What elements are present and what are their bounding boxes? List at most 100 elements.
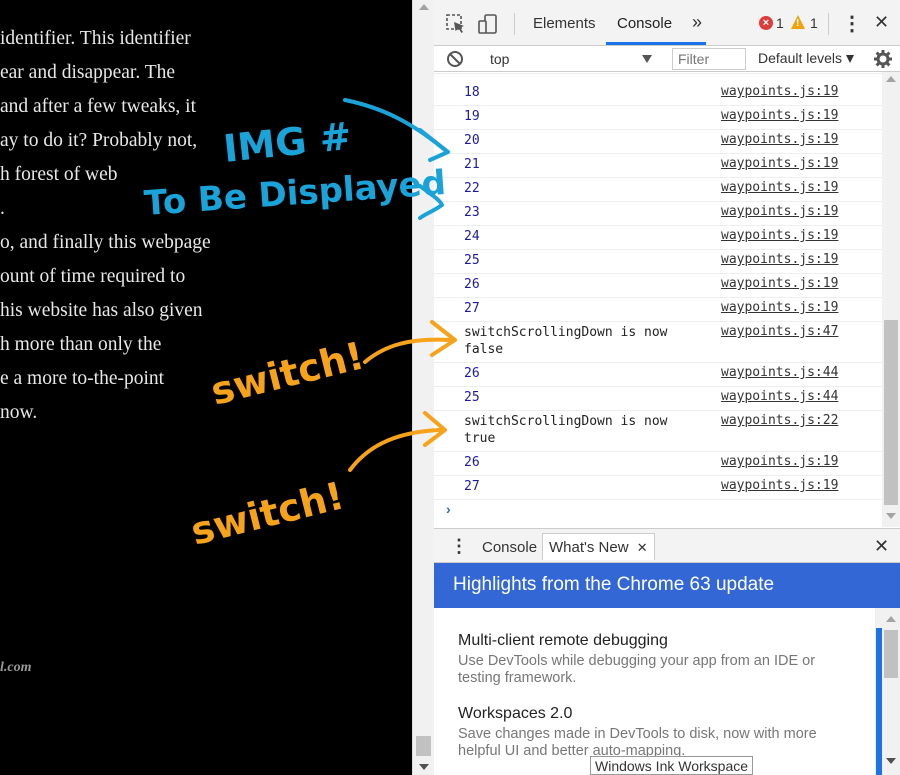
feature-item[interactable]: Workspaces 2.0 Save changes made in DevT…: [458, 705, 838, 760]
feature-title: Multi-client remote debugging: [458, 632, 668, 649]
clear-console-icon[interactable]: [446, 50, 464, 68]
source-link[interactable]: waypoints.js:19: [721, 478, 838, 493]
context-selector[interactable]: top: [482, 46, 658, 72]
scroll-down-icon[interactable]: [419, 764, 429, 770]
console-message-row: 25 waypoints.js:44: [434, 387, 882, 411]
drawer-menu-icon[interactable]: ⋮: [450, 536, 468, 557]
source-link[interactable]: waypoints.js:19: [721, 252, 838, 267]
console-message-text: 25: [464, 253, 480, 268]
error-count[interactable]: 1: [776, 15, 784, 31]
drawer-tab-console[interactable]: Console: [482, 539, 537, 556]
close-devtools-icon[interactable]: ✕: [874, 12, 889, 33]
page-scrollbar[interactable]: [412, 0, 434, 775]
feature-item[interactable]: Multi-client remote debugging Use DevToo…: [458, 632, 838, 687]
scroll-up-icon[interactable]: [419, 4, 429, 10]
drawer-tab-label: What's New: [549, 539, 629, 556]
scroll-thumb[interactable]: [416, 736, 431, 756]
inspect-element-icon[interactable]: [445, 13, 467, 35]
console-settings-gear-icon[interactable]: [873, 49, 893, 69]
source-link[interactable]: waypoints.js:44: [721, 365, 838, 380]
tab-console[interactable]: Console: [617, 15, 672, 32]
site-footer: l.com: [0, 660, 32, 675]
devtools-panel: Elements Console » × 1 ! 1 ⋮ ✕ top Defau…: [434, 0, 900, 775]
console-message-text: 24: [464, 229, 480, 244]
console-filter-input[interactable]: [672, 48, 746, 70]
console-message-row: 27 waypoints.js:19: [434, 298, 882, 322]
warning-icon-mark: !: [796, 18, 800, 29]
error-icon[interactable]: ×: [759, 16, 773, 30]
console-message-row: 26 waypoints.js:19: [434, 274, 882, 298]
console-scrollbar[interactable]: [882, 72, 900, 527]
scroll-down-icon[interactable]: [886, 758, 896, 764]
whats-new-scrollbar[interactable]: [876, 608, 900, 775]
console-message-row: switchScrollingDown is now true waypoints…: [434, 411, 882, 452]
console-message-row: 26 waypoints.js:19: [434, 452, 882, 476]
console-message-row: 19 waypoints.js:19: [434, 106, 882, 130]
log-levels-label: Default levels: [758, 50, 843, 66]
console-message-row: 25 waypoints.js:19: [434, 250, 882, 274]
close-tab-icon[interactable]: ✕: [637, 540, 648, 555]
article-line: .: [0, 198, 5, 219]
source-link[interactable]: waypoints.js:19: [721, 108, 838, 123]
source-link[interactable]: waypoints.js:22: [721, 413, 838, 428]
tab-elements[interactable]: Elements: [533, 15, 596, 32]
scroll-thumb[interactable]: [884, 320, 898, 505]
console-messages: 18 waypoints.js:19 19 waypoints.js:19 20 wayp…: [434, 72, 882, 527]
whats-new-banner: Highlights from the Chrome 63 update: [434, 563, 900, 608]
source-link[interactable]: waypoints.js:47: [721, 324, 838, 339]
windows-ink-workspace-tooltip: Windows Ink Workspace: [590, 756, 754, 775]
log-levels-dropdown[interactable]: Default levels: [758, 50, 855, 66]
customize-menu-icon[interactable]: ⋮: [842, 11, 862, 36]
article-line: identifier. This identifier: [0, 28, 191, 49]
source-link[interactable]: waypoints.js:44: [721, 389, 838, 404]
console-prompt-icon[interactable]: ›: [446, 501, 451, 517]
toolbar-separator: [514, 13, 515, 35]
console-message-row: 18 waypoints.js:19: [434, 82, 882, 106]
source-link[interactable]: waypoints.js:19: [721, 276, 838, 291]
console-message-text: 26: [464, 455, 480, 470]
article-line: o, and finally this webpage: [0, 232, 211, 253]
drawer-tab-whats-new[interactable]: What's New ✕: [542, 533, 655, 560]
toolbar-separator: [828, 13, 829, 35]
article-line: ay to do it? Probably not,: [0, 130, 198, 151]
close-drawer-icon[interactable]: ✕: [874, 536, 889, 557]
device-toolbar-icon[interactable]: [477, 13, 499, 35]
source-link[interactable]: waypoints.js:19: [721, 228, 838, 243]
article-line: and after a few tweaks, it: [0, 96, 196, 117]
more-tabs-chevron-icon[interactable]: »: [692, 12, 702, 33]
scroll-thumb[interactable]: [884, 630, 898, 678]
article-line: ear and disappear. The: [0, 62, 176, 83]
console-message-row: switchScrollingDown is now false waypoint…: [434, 322, 882, 363]
source-link[interactable]: waypoints.js:19: [721, 180, 838, 195]
console-message-text: 21: [464, 157, 480, 172]
console-message-row: 21 waypoints.js:19: [434, 154, 882, 178]
drawer-tab-bar: ⋮ Console What's New ✕ ✕: [434, 528, 900, 563]
scroll-down-icon[interactable]: [886, 513, 896, 519]
source-link[interactable]: waypoints.js:19: [721, 204, 838, 219]
console-message-text: 27: [464, 301, 480, 316]
chevron-down-icon: [846, 55, 855, 64]
console-message-row: 27 waypoints.js:19: [434, 476, 882, 500]
console-message-text: switchScrollingDown is now false: [464, 325, 668, 357]
console-message-text: 25: [464, 390, 480, 405]
warning-count[interactable]: 1: [810, 15, 818, 31]
scroll-up-icon[interactable]: [886, 616, 896, 622]
whats-new-panel: Highlights from the Chrome 63 update Mul…: [434, 563, 900, 775]
article-line: h forest of web: [0, 164, 118, 185]
article-line: ount of time required to: [0, 266, 186, 287]
console-message-row: 26 waypoints.js:44: [434, 363, 882, 387]
context-value: top: [490, 51, 510, 67]
source-link[interactable]: waypoints.js:19: [721, 156, 838, 171]
source-link[interactable]: waypoints.js:19: [721, 454, 838, 469]
scroll-up-icon[interactable]: [886, 76, 896, 82]
article-line: e a more to-the-point: [0, 368, 165, 389]
active-tab-indicator: [606, 42, 706, 45]
console-filter-bar: top Default levels: [434, 46, 900, 72]
source-link[interactable]: waypoints.js:19: [721, 300, 838, 315]
article-line: h more than only the: [0, 334, 162, 355]
source-link[interactable]: waypoints.js:19: [721, 84, 838, 99]
devtools-toolbar: Elements Console » × 1 ! 1 ⋮ ✕: [434, 0, 900, 46]
source-link[interactable]: waypoints.js:19: [721, 132, 838, 147]
article-line: his website has also given: [0, 300, 203, 321]
console-message-text: 20: [464, 133, 480, 148]
